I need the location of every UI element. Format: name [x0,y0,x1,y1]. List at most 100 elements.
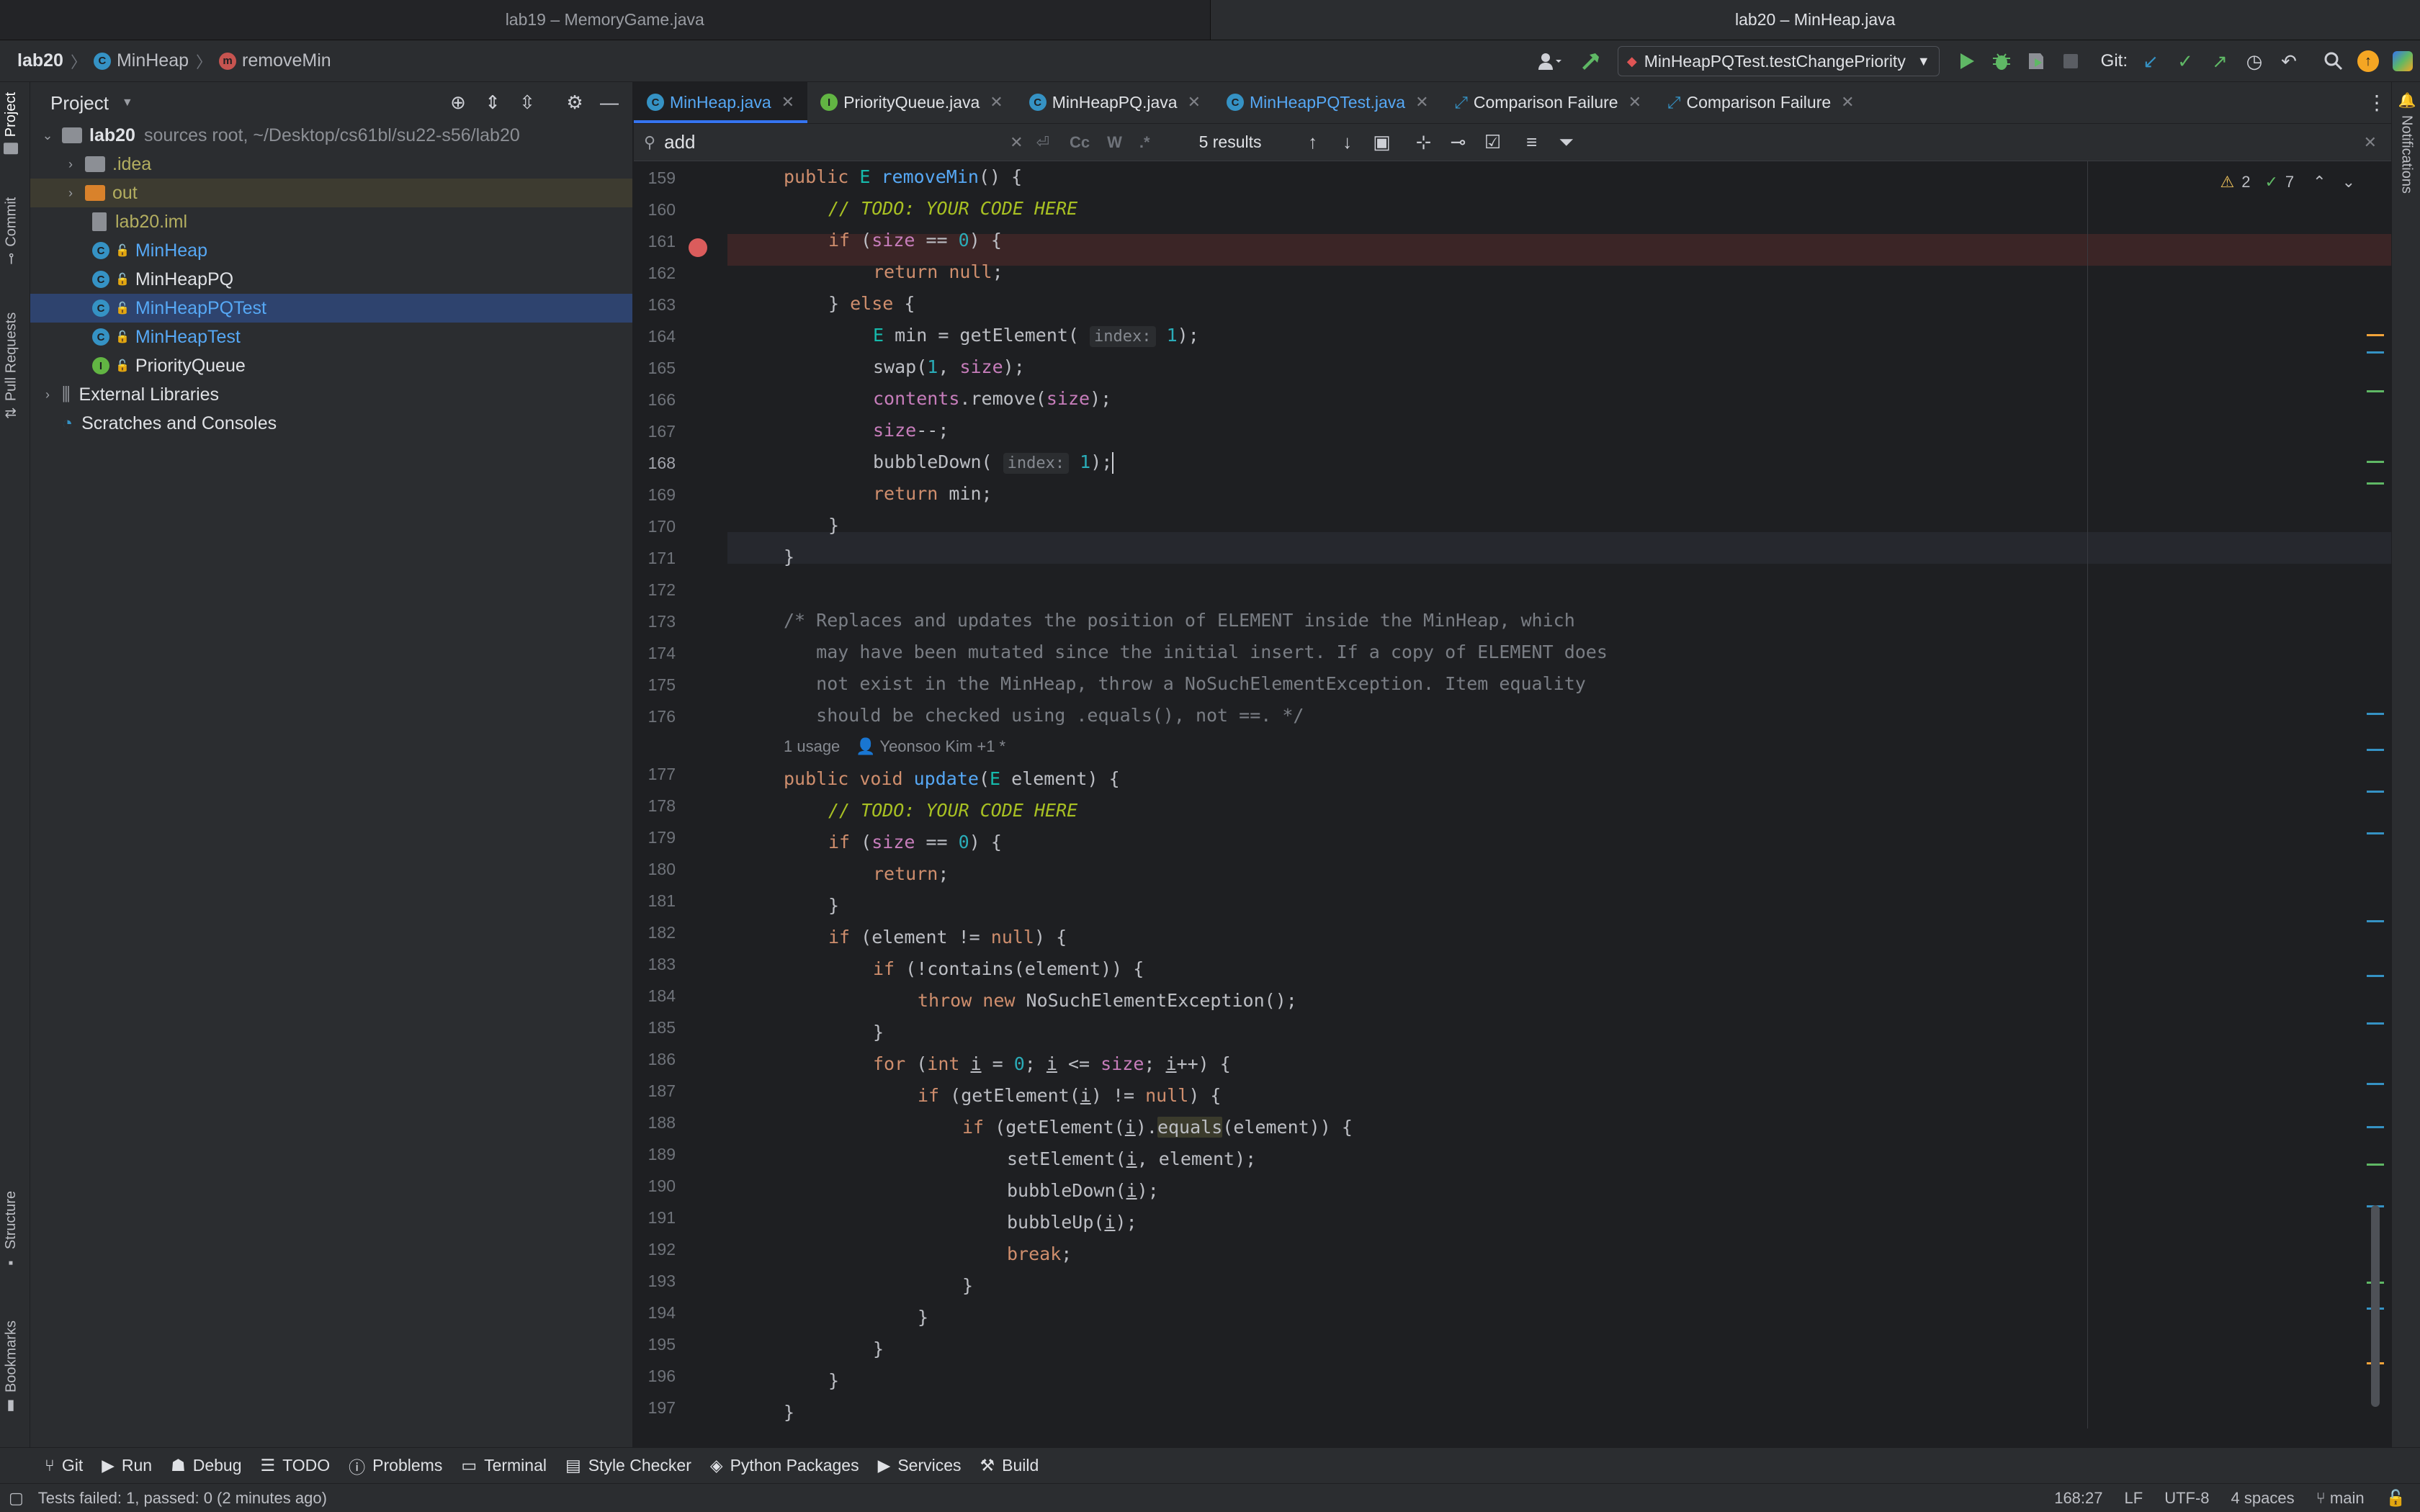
add-occurrence-icon[interactable]: ⊹ [1411,130,1437,156]
rollback-icon[interactable]: ↶ [2276,48,2302,74]
git-push-icon[interactable]: ↗ [2207,48,2233,74]
words-toggle[interactable]: W [1107,133,1122,152]
build-hammer-icon[interactable] [1577,48,1603,74]
tree-item-lab20-iml[interactable]: lab20.iml [30,207,632,236]
close-icon[interactable]: ✕ [1415,93,1428,112]
locate-file-icon[interactable]: ⊕ [445,89,471,115]
close-find-icon[interactable]: ✕ [2364,133,2377,152]
run-configuration-select[interactable]: ◆ MinHeapPQTest.testChangePriority ▼ [1617,46,1940,76]
scrollbar-markers[interactable] [2360,161,2391,1478]
window-tab-lab19[interactable]: lab19 – MemoryGame.java [0,0,1210,40]
close-icon[interactable]: ✕ [1628,93,1641,112]
file-encoding[interactable]: UTF-8 [2164,1489,2209,1508]
breakpoint-icon[interactable] [689,238,707,257]
breadcrumb-project[interactable]: lab20 [17,50,63,71]
close-icon[interactable]: ✕ [1188,93,1201,112]
breadcrumb-class[interactable]: MinHeap [117,50,189,71]
tool-git[interactable]: ⑂ Git [45,1456,83,1475]
notifications-tool-button[interactable]: 🔔 Notifications [2398,92,2415,194]
indent-setting[interactable]: 4 spaces [2231,1489,2295,1508]
expand-all-icon[interactable]: ⇕ [480,89,506,115]
usage-count[interactable]: 1 usage [784,737,840,756]
tool-build[interactable]: ⚒ Build [980,1456,1039,1475]
previous-occurrence-icon[interactable]: ↑ [1300,130,1326,156]
filter-icon[interactable]: ⏷ [1554,130,1579,156]
settings-gear-icon[interactable]: ⚙ [562,89,588,115]
regex-toggle[interactable]: .* [1139,133,1150,152]
git-commit-icon[interactable]: ✓ [2172,48,2198,74]
close-icon[interactable]: ✕ [990,93,1003,112]
tree-item-minheap[interactable]: C 🔓 MinHeap [30,236,632,265]
tree-item-minheappqtest[interactable]: C 🔓 MinHeapPQTest [30,294,632,323]
line-separator[interactable]: LF [2125,1489,2143,1508]
tool-python-packages[interactable]: ◈ Python Packages [710,1456,859,1475]
window-tab-lab20[interactable]: lab20 – MinHeap.java [1209,0,2420,40]
close-icon[interactable]: ✕ [781,93,794,112]
tree-item-minheaptest[interactable]: C 🔓 MinHeapTest [30,323,632,351]
status-message[interactable]: Tests failed: 1, passed: 0 (2 minutes ag… [38,1489,327,1508]
new-line-icon[interactable]: ⏎ [1036,133,1049,152]
user-icon[interactable] [1531,48,1569,74]
editor-tab-minheappq[interactable]: C MinHeapPQ.java ✕ [1016,81,1214,123]
tree-item-out[interactable]: › out [30,179,632,207]
hide-panel-icon[interactable]: — [596,89,622,115]
clear-search-icon[interactable]: ✕ [1010,133,1023,152]
status-panel-icon[interactable]: ▢ [9,1489,24,1508]
tool-services[interactable]: ▶ Services [878,1456,962,1475]
git-update-icon[interactable]: ↙ [2138,48,2164,74]
select-all-occurrences-icon[interactable]: ☑ [1480,130,1506,156]
lock-icon[interactable]: 🔓 [2386,1489,2406,1508]
editor-tab-comparison-failure-1[interactable]: ⤢ Comparison Failure ✕ [1442,81,1655,123]
tree-item-external-libraries[interactable]: › ⫼ External Libraries [30,380,632,409]
editor-tab-minheappqtest[interactable]: C MinHeapPQTest.java ✕ [1214,81,1441,123]
tool-terminal[interactable]: ▭ Terminal [461,1456,547,1475]
editor-tab-minheap[interactable]: C MinHeap.java ✕ [634,81,808,123]
author-hint[interactable]: 👤 Yeonsoo Kim +1 * [856,737,1005,756]
code-vision-hints[interactable]: 1 usage 👤 Yeonsoo Kim +1 * [784,737,1005,756]
project-tool-button[interactable]: Project [3,92,19,155]
history-icon[interactable]: ◷ [2241,48,2267,74]
tree-item-scratches[interactable]: ◔ Scratches and Consoles [30,409,632,438]
next-occurrence-icon[interactable]: ↓ [1335,130,1361,156]
update-available-icon[interactable]: ↑ [2355,48,2381,74]
tool-debug[interactable]: ☗ Debug [171,1456,241,1475]
more-tabs-icon[interactable]: ⋮ [2367,91,2387,114]
filter-options-icon[interactable]: ≡ [1519,130,1545,156]
find-input[interactable]: add [664,131,1010,153]
editor-tab-priorityqueue[interactable]: I PriorityQueue.java ✕ [807,81,1016,123]
tool-todo[interactable]: ☰ TODO [261,1456,331,1475]
jetbrains-logo-icon[interactable] [2390,48,2416,74]
tree-item-idea[interactable]: › .idea [30,150,632,179]
remove-occurrence-icon[interactable]: ⊸ [1446,130,1471,156]
code-editor[interactable]: public E removeMin() { // TODO: YOUR COD… [727,161,2296,1428]
chevron-down-icon[interactable]: ⌄ [2342,173,2355,192]
editor-tab-comparison-failure-2[interactable]: ⤢ Comparison Failure ✕ [1654,81,1868,123]
search-icon[interactable] [2321,48,2347,74]
inspection-widget[interactable]: ⚠ 2 ✓ 7 ⌃ ⌄ [2220,173,2355,192]
tool-run[interactable]: ▶ Run [102,1456,152,1475]
scrollbar-thumb[interactable] [2371,1205,2380,1407]
run-icon[interactable] [1954,48,1980,74]
project-view-selector[interactable]: Project ▼ [50,92,133,114]
chevron-up-icon[interactable]: ⌃ [2313,173,2326,192]
stop-icon[interactable] [2058,48,2084,74]
tree-item-minheappq[interactable]: C 🔓 MinHeapPQ [30,265,632,294]
tree-root-lab20[interactable]: ⌄ lab20 sources root, ~/Desktop/cs61bl/s… [30,121,632,150]
caret-position[interactable]: 168:27 [2054,1489,2102,1508]
code-line-169: return min; [873,483,992,504]
pull-requests-tool-button[interactable]: ⇅ Pull Requests [3,312,20,419]
breadcrumb-method[interactable]: removeMin [242,50,331,71]
bookmarks-tool-button[interactable]: ▮ Bookmarks [3,1320,20,1416]
open-in-window-icon[interactable]: ▣ [1369,130,1395,156]
structure-tool-button[interactable]: ▪ Structure [3,1191,19,1271]
collapse-all-icon[interactable]: ⇳ [514,89,540,115]
debug-icon[interactable] [1989,48,2015,74]
tree-item-priorityqueue[interactable]: I 🔓 PriorityQueue [30,351,632,380]
git-branch[interactable]: ⑂ main [2316,1489,2365,1508]
tool-problems[interactable]: ⓘ Problems [349,1454,442,1478]
match-case-toggle[interactable]: Cc [1070,133,1090,152]
close-icon[interactable]: ✕ [1841,93,1854,112]
coverage-icon[interactable] [2023,48,2049,74]
tool-style-checker[interactable]: ▤ Style Checker [565,1456,691,1475]
commit-tool-button[interactable]: ⊸ Commit [3,197,20,265]
